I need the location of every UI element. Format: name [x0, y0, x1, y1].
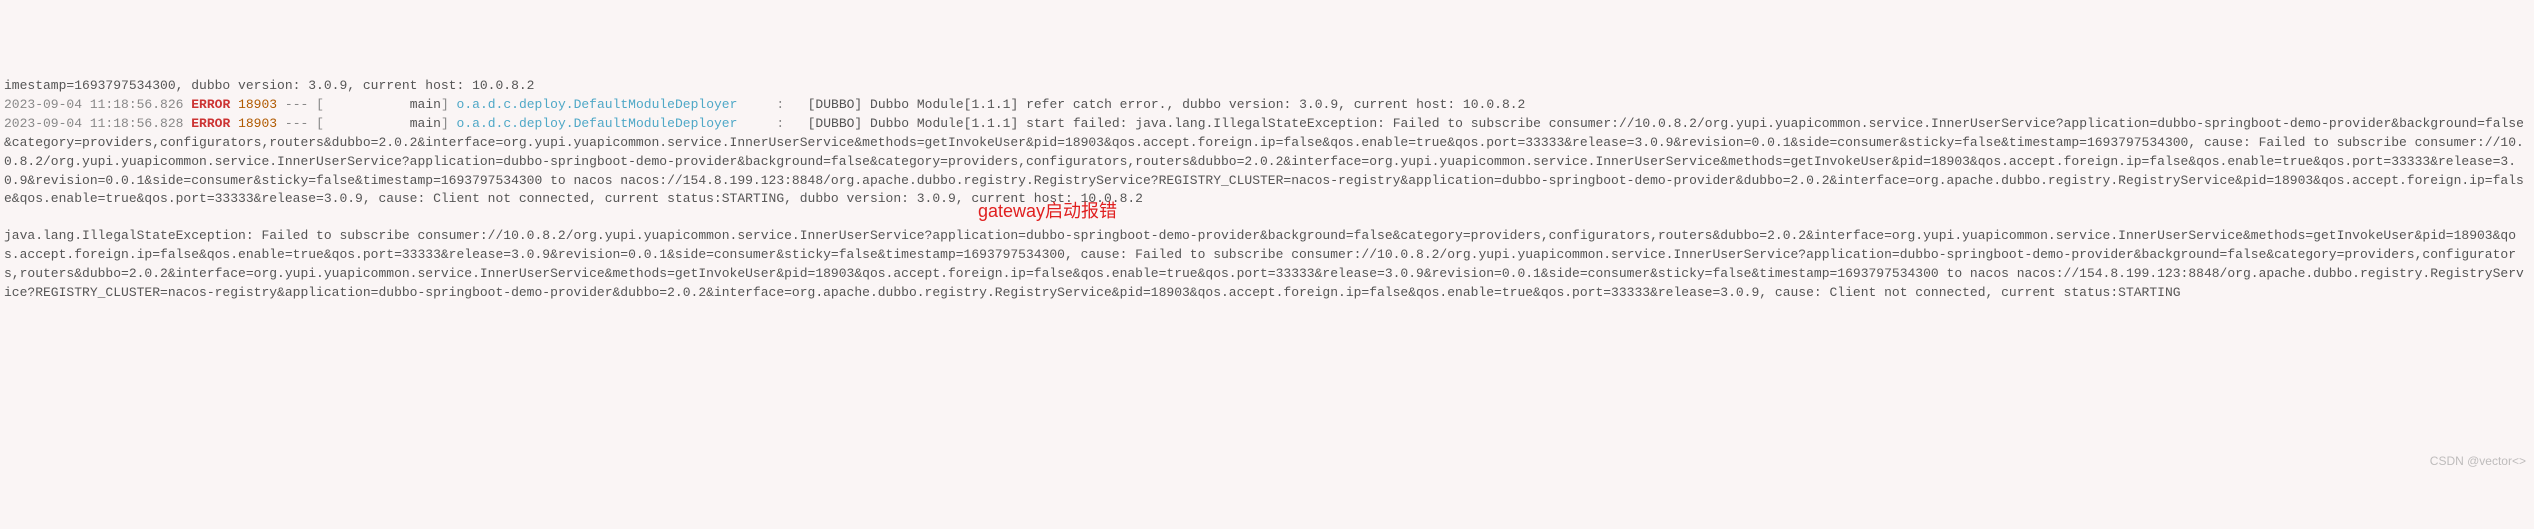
csdn-watermark: CSDN @vector<> [2430, 453, 2526, 470]
log-level-error: ERROR [191, 97, 230, 112]
log-level-error: ERROR [191, 116, 230, 131]
timestamp: 2023-09-04 11:18:56.828 [4, 116, 183, 131]
process-id: 18903 [238, 97, 277, 112]
log-output: imestamp=1693797534300, dubbo version: 3… [4, 77, 2530, 302]
logger-name: o.a.d.c.deploy.DefaultModuleDeployer [457, 116, 769, 131]
log-continuation: imestamp=1693797534300, dubbo version: 3… [4, 77, 2530, 96]
logger-name: o.a.d.c.deploy.DefaultModuleDeployer [457, 97, 769, 112]
log-message: [DUBBO] Dubbo Module[1.1.1] refer catch … [800, 97, 1526, 112]
process-id: 18903 [238, 116, 277, 131]
user-annotation: gateway启动报错 [978, 198, 1117, 224]
separator: ] [441, 116, 457, 131]
separator: --- [ [277, 97, 324, 112]
colon: : [769, 97, 800, 112]
thread-name: main [324, 97, 441, 112]
separator: ] [441, 97, 457, 112]
blank-line [4, 209, 2530, 227]
timestamp: 2023-09-04 11:18:56.826 [4, 97, 183, 112]
separator: --- [ [277, 116, 324, 131]
log-line-error-2: 2023-09-04 11:18:56.828 ERROR 18903 --- … [4, 115, 2530, 209]
thread-name: main [324, 116, 441, 131]
log-line-error-1: 2023-09-04 11:18:56.826 ERROR 18903 --- … [4, 96, 2530, 115]
exception-trace: java.lang.IllegalStateException: Failed … [4, 227, 2530, 302]
colon: : [769, 116, 800, 131]
